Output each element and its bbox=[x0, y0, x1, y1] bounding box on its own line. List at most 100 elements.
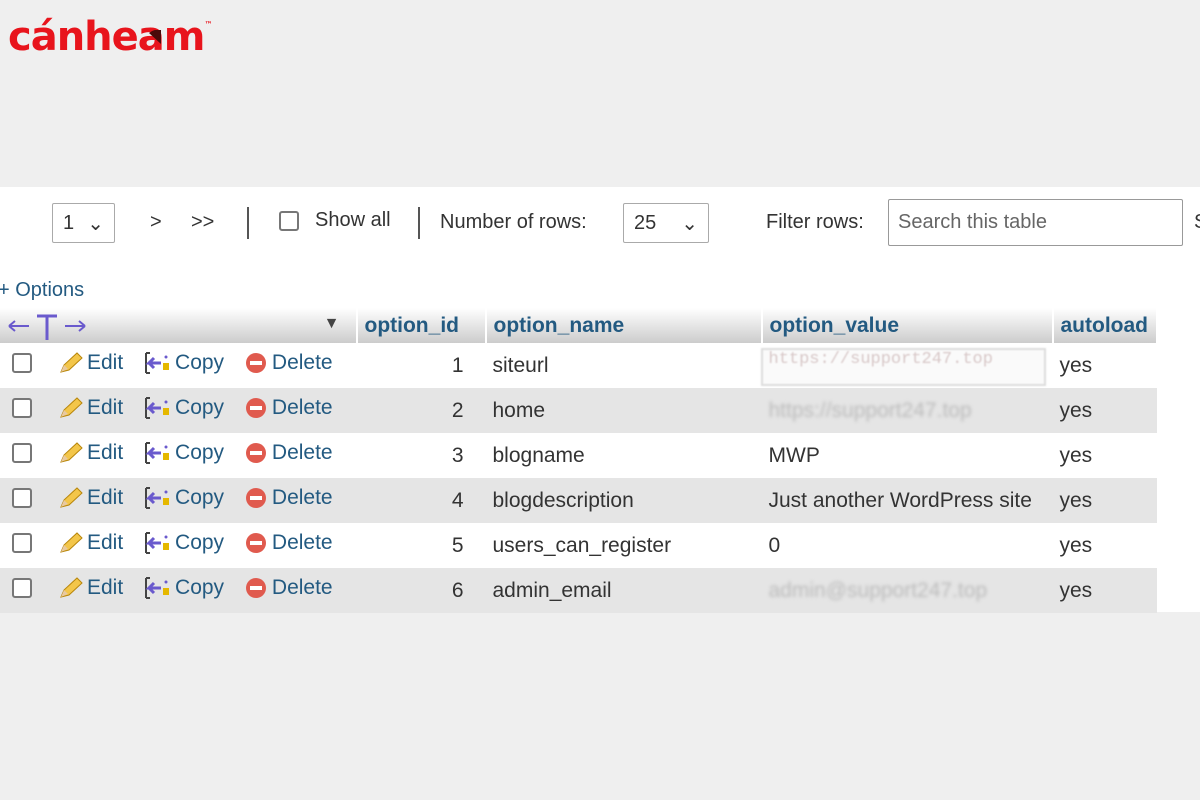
pencil-icon bbox=[60, 396, 83, 418]
edit-label: Edit bbox=[87, 395, 124, 419]
search-input[interactable] bbox=[888, 199, 1183, 246]
option-name: blogdescription bbox=[485, 478, 762, 523]
option-name: users_can_register bbox=[485, 523, 762, 568]
delete-label: Delete bbox=[271, 350, 333, 374]
copy-icon bbox=[145, 396, 170, 419]
column-arrows-icon[interactable] bbox=[7, 312, 87, 340]
delete-icon bbox=[245, 577, 266, 598]
edit-button[interactable]: Edit bbox=[57, 486, 123, 510]
edit-label: Edit bbox=[87, 350, 124, 374]
option-id: 1 bbox=[356, 343, 486, 388]
data-table: ▼ option_id option_name option_value aut… bbox=[0, 308, 1158, 613]
edit-label: Edit bbox=[87, 530, 124, 554]
last-page-button[interactable]: >> bbox=[191, 211, 214, 234]
edit-button[interactable]: Edit bbox=[57, 441, 123, 465]
edit-label: Edit bbox=[87, 485, 124, 509]
delete-button[interactable]: Delete bbox=[244, 351, 333, 375]
delete-button[interactable]: Delete bbox=[244, 396, 333, 420]
delete-button[interactable]: Delete bbox=[244, 486, 333, 510]
copy-button[interactable]: Copy bbox=[143, 396, 224, 420]
option-id: 2 bbox=[356, 388, 486, 433]
table-row: Edit Copy Delete 2 home https://support2… bbox=[0, 388, 1157, 433]
option-name: home bbox=[485, 388, 762, 433]
row-checkbox[interactable] bbox=[12, 487, 32, 508]
option-name: blogname bbox=[485, 433, 762, 478]
option-id: 3 bbox=[356, 433, 486, 478]
options-link[interactable]: + Options bbox=[0, 279, 84, 302]
copy-button[interactable]: Copy bbox=[143, 441, 224, 465]
autoload: yes bbox=[1052, 568, 1157, 613]
option-name: siteurl bbox=[485, 343, 762, 388]
row-checkbox[interactable] bbox=[12, 577, 32, 598]
delete-icon bbox=[245, 352, 266, 373]
copy-label: Copy bbox=[175, 530, 225, 554]
copy-label: Copy bbox=[175, 485, 225, 509]
delete-label: Delete bbox=[271, 485, 333, 509]
copy-label: Copy bbox=[175, 575, 225, 599]
copy-icon bbox=[145, 351, 170, 374]
row-checkbox[interactable] bbox=[12, 397, 32, 418]
column-header[interactable]: option_value bbox=[761, 308, 1054, 343]
pencil-icon bbox=[60, 441, 83, 463]
table-row: Edit Copy Delete 6 admin_email admin@sup… bbox=[0, 568, 1157, 613]
copy-button[interactable]: Copy bbox=[143, 351, 224, 375]
next-page-button[interactable]: > bbox=[150, 211, 162, 234]
sort-label: S bbox=[1194, 211, 1200, 234]
option-name: admin_email bbox=[485, 568, 762, 613]
rows-select[interactable]: 25 ⌄ bbox=[623, 203, 709, 243]
chevron-down-icon: ⌄ bbox=[87, 212, 104, 235]
delete-label: Delete bbox=[271, 575, 333, 599]
delete-icon bbox=[245, 397, 266, 418]
show-all-toggle[interactable]: Show all bbox=[279, 209, 391, 232]
table-row: Edit Copy Delete 4 blogdescription Just … bbox=[0, 478, 1157, 523]
column-header[interactable]: option_id bbox=[356, 308, 487, 343]
delete-icon bbox=[245, 487, 266, 508]
pencil-icon bbox=[60, 486, 83, 508]
copy-icon bbox=[145, 531, 170, 554]
autoload: yes bbox=[1052, 388, 1157, 433]
page-select[interactable]: 1 ⌄ bbox=[52, 203, 115, 243]
autoload: yes bbox=[1052, 343, 1157, 388]
delete-label: Delete bbox=[271, 395, 333, 419]
copy-button[interactable]: Copy bbox=[143, 576, 224, 600]
divider bbox=[247, 207, 249, 239]
caret-down-icon[interactable]: ▼ bbox=[324, 315, 340, 333]
divider bbox=[418, 207, 420, 239]
edit-button[interactable]: Edit bbox=[57, 531, 123, 555]
edit-label: Edit bbox=[87, 440, 124, 464]
show-all-label: Show all bbox=[315, 209, 391, 231]
row-checkbox[interactable] bbox=[12, 442, 32, 463]
delete-label: Delete bbox=[271, 440, 333, 464]
table-row: Edit Copy Delete 3 blogname MWP yes bbox=[0, 433, 1157, 478]
pencil-icon bbox=[60, 351, 83, 373]
edit-button[interactable]: Edit bbox=[57, 396, 123, 420]
option-value: admin@support247.top bbox=[768, 578, 988, 602]
table-row: Edit Copy Delete 1 siteurl https://suppo… bbox=[0, 343, 1157, 388]
option-value[interactable]: https://support247.top bbox=[760, 348, 1046, 386]
option-value: MWP bbox=[768, 443, 820, 467]
show-all-checkbox[interactable] bbox=[279, 210, 299, 231]
option-id: 4 bbox=[356, 478, 486, 523]
delete-button[interactable]: Delete bbox=[244, 576, 333, 600]
row-checkbox[interactable] bbox=[12, 352, 32, 373]
autoload: yes bbox=[1052, 433, 1157, 478]
edit-button[interactable]: Edit bbox=[57, 576, 123, 600]
column-controls: ▼ bbox=[0, 308, 358, 343]
delete-button[interactable]: Delete bbox=[244, 441, 333, 465]
copy-icon bbox=[145, 441, 170, 464]
logo: cánheam™ bbox=[8, 14, 212, 60]
copy-icon bbox=[145, 576, 170, 599]
column-header[interactable]: option_name bbox=[485, 308, 763, 343]
column-header[interactable]: autoload bbox=[1052, 308, 1158, 343]
edit-button[interactable]: Edit bbox=[57, 351, 123, 375]
copy-button[interactable]: Copy bbox=[143, 531, 224, 555]
edit-label: Edit bbox=[87, 575, 124, 599]
row-checkbox[interactable] bbox=[12, 532, 32, 553]
copy-label: Copy bbox=[175, 350, 225, 374]
option-value: https://support247.top bbox=[768, 398, 972, 422]
delete-icon bbox=[245, 442, 266, 463]
delete-button[interactable]: Delete bbox=[244, 531, 333, 555]
copy-button[interactable]: Copy bbox=[143, 486, 224, 510]
autoload: yes bbox=[1052, 523, 1157, 568]
filter-label: Filter rows: bbox=[766, 211, 864, 233]
